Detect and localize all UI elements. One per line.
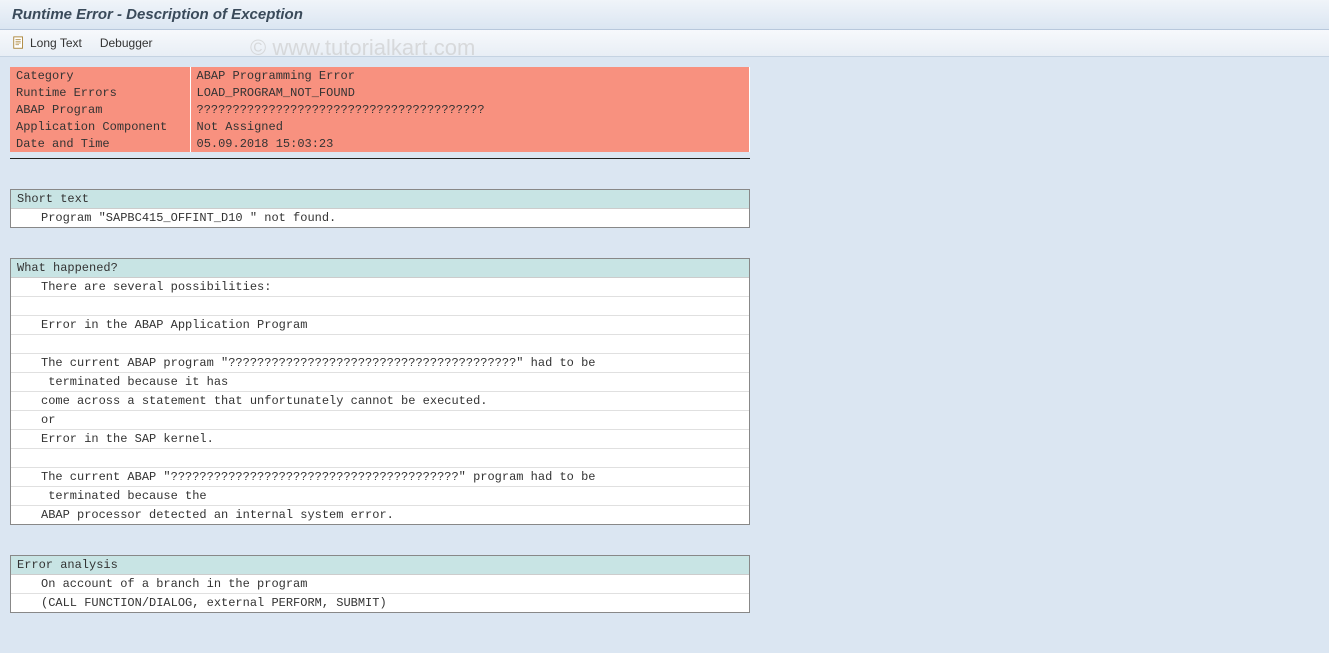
section-line: Error in the ABAP Application Program	[11, 316, 749, 335]
info-row: Date and Time05.09.2018 15:03:23	[10, 135, 750, 152]
section-line: The current ABAP "??????????????????????…	[11, 468, 749, 487]
info-row: ABAP Program????????????????????????????…	[10, 101, 750, 118]
section-line: Program "SAPBC415_OFFINT_D10 " not found…	[11, 209, 749, 227]
debugger-button[interactable]: Debugger	[100, 36, 153, 50]
info-row: CategoryABAP Programming Error	[10, 67, 750, 84]
section-line: or	[11, 411, 749, 430]
long-text-label: Long Text	[30, 36, 82, 50]
section-line: come across a statement that unfortunate…	[11, 392, 749, 411]
info-label: Category	[10, 67, 190, 84]
info-value: LOAD_PROGRAM_NOT_FOUND	[190, 84, 750, 101]
long-text-button[interactable]: Long Text	[12, 36, 82, 50]
title-bar: Runtime Error - Description of Exception	[0, 0, 1329, 30]
page-title: Runtime Error - Description of Exception	[12, 6, 1317, 23]
info-value: ????????????????????????????????????????	[190, 101, 750, 118]
info-row: Runtime ErrorsLOAD_PROGRAM_NOT_FOUND	[10, 84, 750, 101]
section-header: What happened?	[11, 259, 749, 278]
info-label: ABAP Program	[10, 101, 190, 118]
section-line: (CALL FUNCTION/DIALOG, external PERFORM,…	[11, 594, 749, 612]
info-label: Runtime Errors	[10, 84, 190, 101]
section-line: ABAP processor detected an internal syst…	[11, 506, 749, 524]
section-line	[11, 297, 749, 316]
section-header: Short text	[11, 190, 749, 209]
content-area: CategoryABAP Programming ErrorRuntime Er…	[0, 57, 1329, 653]
section-line: terminated because the	[11, 487, 749, 506]
info-row: Application ComponentNot Assigned	[10, 118, 750, 135]
section-line: Error in the SAP kernel.	[11, 430, 749, 449]
section-line	[11, 335, 749, 354]
info-value: Not Assigned	[190, 118, 750, 135]
section-box: What happened?There are several possibil…	[10, 258, 750, 525]
document-icon	[12, 36, 26, 50]
section-line: The current ABAP program "??????????????…	[11, 354, 749, 373]
toolbar: Long Text Debugger	[0, 30, 1329, 57]
debugger-label: Debugger	[100, 36, 153, 50]
section-line: There are several possibilities:	[11, 278, 749, 297]
section-box: Short textProgram "SAPBC415_OFFINT_D10 "…	[10, 189, 750, 228]
error-info-table: CategoryABAP Programming ErrorRuntime Er…	[10, 67, 750, 152]
section-line: On account of a branch in the program	[11, 575, 749, 594]
divider	[10, 158, 750, 159]
info-value: ABAP Programming Error	[190, 67, 750, 84]
section-box: Error analysisOn account of a branch in …	[10, 555, 750, 613]
info-label: Date and Time	[10, 135, 190, 152]
info-value: 05.09.2018 15:03:23	[190, 135, 750, 152]
info-label: Application Component	[10, 118, 190, 135]
section-line	[11, 449, 749, 468]
section-line: terminated because it has	[11, 373, 749, 392]
section-header: Error analysis	[11, 556, 749, 575]
